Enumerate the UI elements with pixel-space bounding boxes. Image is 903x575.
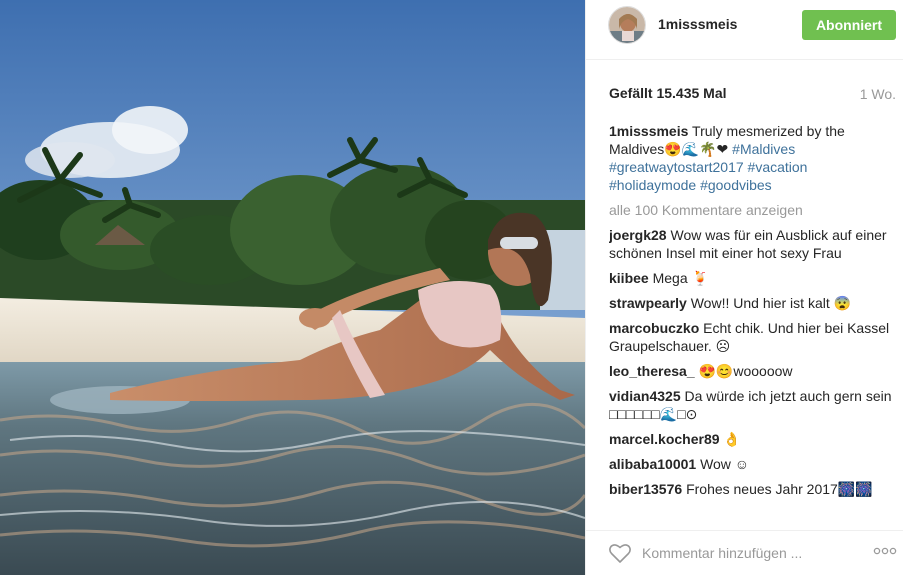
caption: 1misssmeis Truly mesmerized by the Maldi… [609, 122, 896, 194]
hashtag-link[interactable]: #Maldives [732, 141, 795, 157]
load-more-comments-link[interactable]: alle 100 Kommentare anzeigen [609, 201, 896, 219]
comment-username[interactable]: biber13576 [609, 481, 682, 497]
hashtag-link[interactable]: #goodvibes [700, 177, 772, 193]
beach-photo-image [0, 0, 585, 575]
hashtag-link[interactable]: #greatwaytostart2017 [609, 159, 744, 175]
list-item: biber13576 Frohes neues Jahr 2017🎆🎆 [609, 480, 896, 498]
comment-username[interactable]: joergk28 [609, 227, 667, 243]
list-item: leo_theresa_ 😍😊wooooow [609, 362, 896, 380]
comment-username[interactable]: leo_theresa_ [609, 363, 695, 379]
comment-text: Mega 🍹 [652, 270, 709, 286]
list-item: kiibee Mega 🍹 [609, 269, 896, 287]
comment-text: 😍😊wooooow [698, 363, 793, 379]
avatar[interactable] [608, 6, 646, 44]
list-item: marcel.kocher89 👌 [609, 430, 896, 448]
caption-username[interactable]: 1misssmeis [609, 123, 688, 139]
post-header: 1misssmeis Abonniert [586, 0, 903, 60]
comment-text: Frohes neues Jahr 2017🎆🎆 [686, 481, 873, 497]
list-item: marcobuczko Echt chik. Und hier bei Kass… [609, 319, 896, 355]
comment-bar [586, 530, 903, 575]
comment-username[interactable]: strawpearly [609, 295, 687, 311]
follow-button[interactable]: Abonniert [802, 10, 896, 40]
likes-count[interactable]: Gefällt 15.435 Mal [609, 85, 727, 101]
post-age[interactable]: 1 Wo. [860, 86, 896, 102]
avatar-image [609, 7, 645, 43]
comment-text: Wow!! Und hier ist kalt 😨 [690, 295, 852, 311]
hashtag-link[interactable]: #holidaymode [609, 177, 696, 193]
comment-username[interactable]: alibaba10001 [609, 456, 696, 472]
list-item: strawpearly Wow!! Und hier ist kalt 😨 [609, 294, 896, 312]
post-detail-panel: 1misssmeis Abonniert Gefällt 15.435 Mal … [585, 0, 903, 575]
likes-row: Gefällt 15.435 Mal 1 Wo. [609, 85, 896, 105]
list-item: joergk28 Wow was für ein Ausblick auf ei… [609, 226, 896, 262]
comment-username[interactable]: vidian4325 [609, 388, 681, 404]
list-item: vidian4325 Da würde ich jetzt auch gern … [609, 387, 896, 423]
more-options-icon[interactable] [873, 545, 897, 557]
list-item: alibaba10001 Wow ☺ [609, 455, 896, 473]
comment-username[interactable]: marcobuczko [609, 320, 699, 336]
comment-username[interactable]: kiibee [609, 270, 649, 286]
comment-username[interactable]: marcel.kocher89 [609, 431, 720, 447]
header-username[interactable]: 1misssmeis [658, 16, 737, 32]
comments-list: 1misssmeis Truly mesmerized by the Maldi… [609, 122, 896, 516]
post-photo[interactable] [0, 0, 585, 575]
heart-icon[interactable] [608, 542, 632, 564]
comment-text: 👌 [723, 431, 741, 447]
comment-text: Wow ☺ [700, 456, 750, 472]
add-comment-input[interactable] [642, 543, 842, 563]
hashtag-link[interactable]: #vacation [748, 159, 808, 175]
